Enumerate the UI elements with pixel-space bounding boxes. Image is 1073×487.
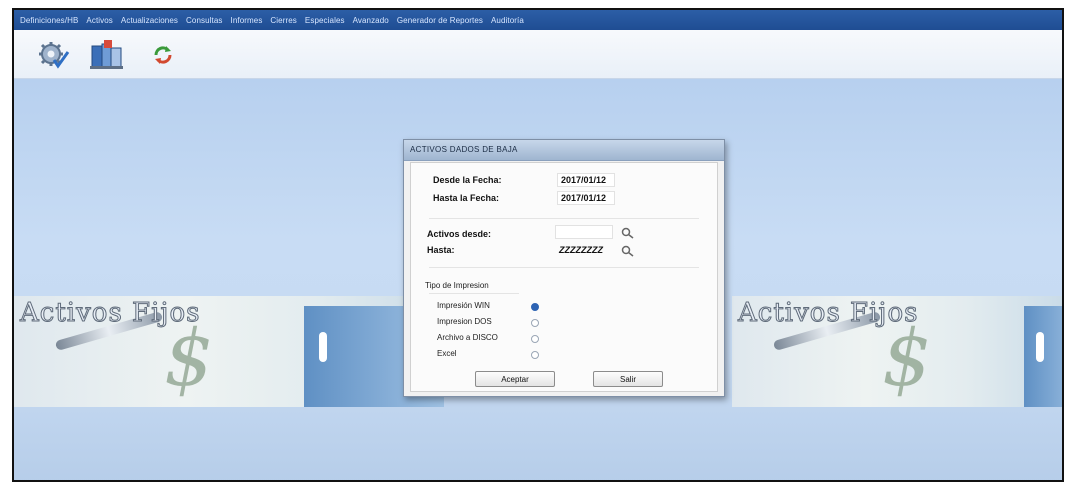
option-label: Impresion DOS <box>437 317 492 326</box>
divider <box>429 293 519 294</box>
menu-especiales[interactable]: Especiales <box>305 16 345 25</box>
option-label: Archivo a DISCO <box>437 333 498 342</box>
option-label: Excel <box>437 349 457 358</box>
gear-check-icon[interactable] <box>36 40 70 70</box>
banner-right: $ Activos Fijos <box>732 296 1062 407</box>
lookup-icon[interactable] <box>621 245 635 257</box>
hasta-fecha-label: Hasta la Fecha: <box>433 193 500 203</box>
banner-title: Activos Fijos <box>737 298 919 329</box>
exit-button[interactable]: Salir <box>593 371 663 387</box>
option-label: Impresión WIN <box>437 301 490 310</box>
toolbar <box>14 30 1062 79</box>
banner-left: $ Activos Fijos <box>14 296 444 407</box>
books-icon[interactable] <box>88 38 124 70</box>
radio-excel[interactable] <box>531 351 539 359</box>
menu-auditoria[interactable]: Auditoría <box>491 16 524 25</box>
menu-consultas[interactable]: Consultas <box>186 16 222 25</box>
menu-generador-reportes[interactable]: Generador de Reportes <box>397 16 483 25</box>
menu-definiciones[interactable]: Definiciones/HB <box>20 16 78 25</box>
hasta-label: Hasta: <box>427 245 455 255</box>
dialog-body: Desde la Fecha: 2017/01/12 Hasta la Fech… <box>410 162 718 392</box>
accept-button[interactable]: Aceptar <box>475 371 555 387</box>
radio-archivo-disco[interactable] <box>531 335 539 343</box>
menu-informes[interactable]: Informes <box>231 16 263 25</box>
divider <box>429 267 699 268</box>
activos-baja-dialog: ACTIVOS DADOS DE BAJA Desde la Fecha: 20… <box>403 139 725 397</box>
divider <box>429 218 699 219</box>
hasta-field[interactable]: ZZZZZZZZ <box>555 243 613 257</box>
banner-title: Activos Fijos <box>19 298 201 329</box>
radio-impresion-win[interactable] <box>531 303 539 311</box>
refresh-icon[interactable] <box>152 44 174 66</box>
tipo-impresion-label: Tipo de Impresion <box>425 281 489 290</box>
radio-impresion-dos[interactable] <box>531 319 539 327</box>
menu-bar: Definiciones/HB Activos Actualizaciones … <box>14 10 1062 30</box>
menu-cierres[interactable]: Cierres <box>270 16 296 25</box>
person-figure <box>1036 332 1044 362</box>
hasta-fecha-field[interactable]: 2017/01/12 <box>557 191 615 205</box>
app-window: Definiciones/HB Activos Actualizaciones … <box>12 8 1064 482</box>
desde-fecha-label: Desde la Fecha: <box>433 175 502 185</box>
desde-fecha-field[interactable]: 2017/01/12 <box>557 173 615 187</box>
person-figure <box>319 332 327 362</box>
menu-actualizaciones[interactable]: Actualizaciones <box>121 16 178 25</box>
dialog-title: ACTIVOS DADOS DE BAJA <box>410 145 518 154</box>
lookup-icon[interactable] <box>621 227 635 239</box>
activos-desde-label: Activos desde: <box>427 229 492 239</box>
dialog-titlebar[interactable]: ACTIVOS DADOS DE BAJA <box>404 140 724 161</box>
activos-desde-field[interactable] <box>555 225 613 239</box>
banner-photo <box>1024 306 1062 407</box>
menu-activos[interactable]: Activos <box>86 16 113 25</box>
menu-avanzado[interactable]: Avanzado <box>353 16 389 25</box>
